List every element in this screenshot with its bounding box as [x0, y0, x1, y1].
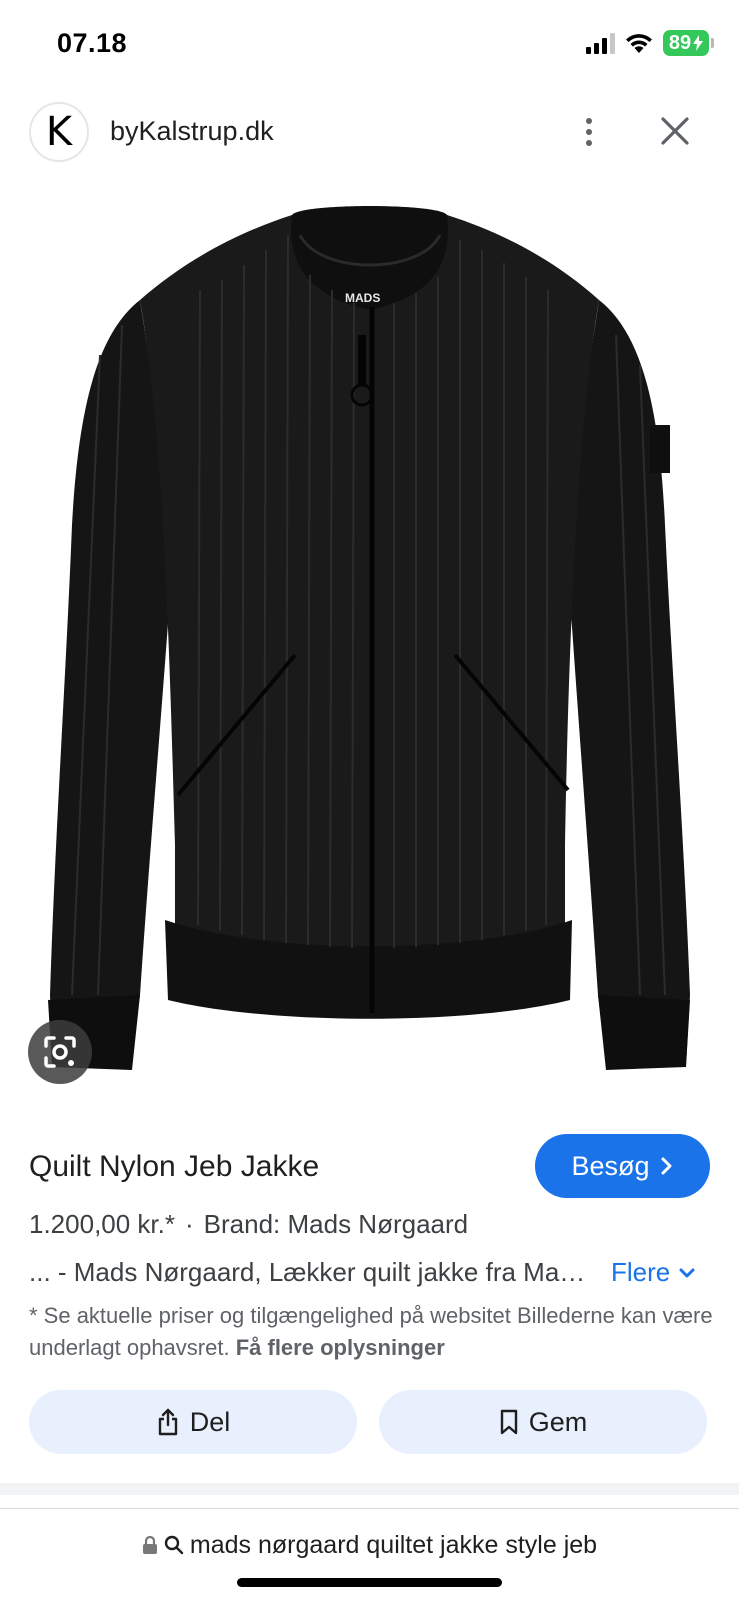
status-time: 07.18 [57, 28, 128, 58]
address-bar[interactable]: mads nørgaard quiltet jakke style jeb [0, 1525, 739, 1565]
product-image[interactable]: MADS [0, 195, 739, 1090]
share-button[interactable]: Del [29, 1390, 357, 1454]
charging-bolt-icon [693, 35, 704, 51]
more-options-button[interactable] [572, 112, 606, 152]
search-icon [164, 1535, 184, 1555]
site-logo[interactable]: K [29, 102, 89, 162]
product-price: 1.200,00 kr.* [29, 1209, 175, 1239]
search-query: mads nørgaard quiltet jakke style jeb [189, 1530, 598, 1559]
brand-tag: MADS [345, 291, 380, 305]
visit-label: Besøg [571, 1150, 650, 1181]
more-info-link[interactable]: Få flere oplysninger [236, 1335, 445, 1360]
battery-level: 89 [668, 31, 692, 54]
product-title: Quilt Nylon Jeb Jakke [29, 1150, 320, 1183]
bookmark-icon [500, 1409, 517, 1435]
google-lens-button[interactable] [28, 1020, 92, 1084]
price-row: 1.200,00 kr.* · Brand: Mads Nørgaard [29, 1209, 468, 1240]
divider [0, 1508, 739, 1509]
separator: · [185, 1209, 194, 1239]
status-bar: 07.18 89 [0, 0, 739, 90]
more-button[interactable]: Flere [611, 1257, 696, 1288]
divider-band [0, 1483, 739, 1495]
save-button[interactable]: Gem [379, 1390, 707, 1454]
lens-icon [44, 1036, 76, 1068]
disclaimer: * Se aktuelle priser og tilgængelighed p… [29, 1300, 719, 1364]
chevron-down-icon [679, 1268, 695, 1277]
more-vert-icon [586, 118, 592, 124]
share-icon [158, 1408, 177, 1436]
status-icons: 89 [586, 30, 714, 56]
lock-icon [142, 1535, 157, 1554]
cellular-signal-icon [586, 32, 615, 54]
save-label: Gem [528, 1406, 588, 1437]
product-description: ... - Mads Nørgaard, Lækker quilt jakke … [29, 1257, 589, 1287]
home-indicator[interactable] [237, 1578, 502, 1587]
more-label: Flere [611, 1257, 671, 1287]
product-brand: Brand: Mads Nørgaard [203, 1209, 469, 1239]
site-name[interactable]: byKalstrup.dk [110, 116, 274, 147]
visit-button[interactable]: Besøg [535, 1134, 710, 1198]
wifi-icon [626, 34, 652, 53]
close-icon[interactable] [658, 114, 692, 148]
share-label: Del [189, 1406, 231, 1437]
battery-indicator: 89 [663, 30, 714, 56]
site-header: K byKalstrup.dk [0, 100, 739, 164]
chevron-right-icon [661, 1157, 672, 1175]
